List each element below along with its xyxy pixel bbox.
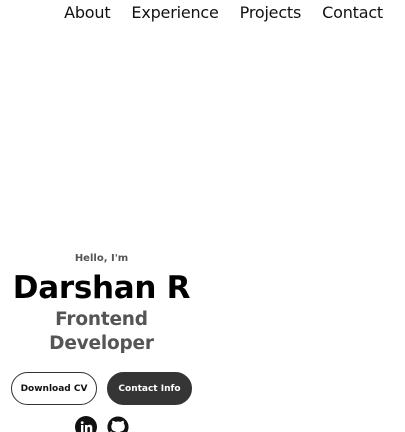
- profile-name: Darshan R: [12, 270, 191, 306]
- contact-info-button[interactable]: Contact Info: [107, 372, 192, 405]
- profile-role: Frontend Developer: [49, 309, 154, 354]
- linkedin-icon[interactable]: [74, 416, 97, 432]
- nav-link-experience[interactable]: Experience: [131, 2, 218, 24]
- download-cv-button[interactable]: Download CV: [11, 372, 97, 405]
- nav-link-contact[interactable]: Contact: [322, 2, 383, 24]
- nav-link-about[interactable]: About: [64, 2, 111, 24]
- social-links: [0, 416, 203, 432]
- greeting-text: Hello, I'm: [74, 253, 129, 264]
- top-nav: About Experience Projects Contact: [64, 2, 383, 24]
- page: About Experience Projects Contact Hello,…: [0, 0, 405, 432]
- github-icon[interactable]: [106, 416, 129, 432]
- nav-link-projects[interactable]: Projects: [240, 2, 302, 24]
- hero-section: Hello, I'm Darshan R Frontend Developer …: [0, 252, 203, 432]
- hero-buttons: Download CV Contact Info: [0, 372, 203, 405]
